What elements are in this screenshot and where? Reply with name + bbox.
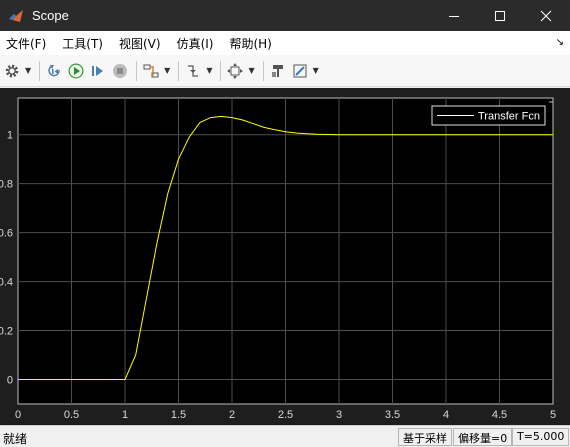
x-tick-label: 1 <box>122 409 128 421</box>
cursor-measure-button[interactable] <box>290 59 310 83</box>
x-tick-labels: 0 0.5 1 1.5 2 2.5 3 3.5 4 4.5 5 <box>15 409 556 421</box>
y-tick-label: 0.8 <box>0 179 13 191</box>
highlight-dropdown-icon[interactable]: ▼ <box>164 66 170 75</box>
stop-button[interactable] <box>110 59 130 83</box>
offset-value: 偏移量=0 <box>453 428 513 446</box>
zoom-fit-icon <box>227 62 244 79</box>
minimize-icon <box>449 15 459 17</box>
run-icon <box>68 63 84 78</box>
toolbar-separator <box>178 60 180 81</box>
time-value: T=5.000 <box>512 428 570 446</box>
cursor-measure-icon <box>293 64 307 77</box>
x-tick-label: 1.5 <box>171 409 186 421</box>
window-title: Scope <box>32 8 69 23</box>
menu-tools[interactable]: 工具(T) <box>62 35 103 52</box>
menu-help[interactable]: 帮助(H) <box>229 35 271 52</box>
triggers-button[interactable] <box>183 59 203 83</box>
maximize-button[interactable] <box>477 0 523 31</box>
title-bar: Scope <box>0 0 570 31</box>
sample-mode: 基于采样 <box>398 428 452 446</box>
triggers-icon <box>188 64 199 77</box>
style-icon <box>271 64 283 77</box>
scope-display[interactable]: 0 0.2 0.4 0.6 0.8 1 0 0.5 1 1.5 2 2.5 3 3.5 4 4.5 5 Tra… <box>0 88 570 425</box>
close-icon <box>540 10 552 21</box>
x-tick-label: 0.5 <box>64 409 79 421</box>
settings-dropdown-icon[interactable]: ▼ <box>25 66 31 75</box>
x-tick-label: 5 <box>550 409 556 421</box>
status-text: 就绪 <box>3 432 28 446</box>
step-forward-button[interactable] <box>88 59 108 83</box>
minimize-button[interactable] <box>431 0 477 31</box>
status-bar: 就绪 基于采样 偏移量=0 T=5.000 <box>0 425 570 447</box>
toolbar-separator <box>220 60 222 81</box>
run-button[interactable] <box>66 59 86 83</box>
zoom-fit-button[interactable] <box>225 59 245 83</box>
x-tick-label: 3 <box>336 409 342 421</box>
toolbar-separator <box>262 60 264 81</box>
scope-chart[interactable]: 0 0.2 0.4 0.6 0.8 1 0 0.5 1 1.5 2 2.5 3 3.5 4 4.5 5 Tra… <box>0 88 570 425</box>
x-tick-label: 4 <box>443 409 449 421</box>
stop-icon <box>113 63 128 78</box>
menu-bar: 文件(F) 工具(T) 视图(V) 仿真(I) 帮助(H) ↘ <box>0 31 570 55</box>
x-tick-label: 2 <box>229 409 235 421</box>
measure-dropdown-icon[interactable]: ▼ <box>313 66 319 75</box>
close-button[interactable] <box>523 0 569 31</box>
y-tick-label: 0.6 <box>0 228 13 240</box>
toolbar: ▼ ▼ ▼ ▼ ▼ <box>0 55 570 87</box>
y-tick-label: 1 <box>7 130 13 142</box>
y-tick-label: 0 <box>7 375 13 387</box>
triggers-dropdown-icon[interactable]: ▼ <box>206 66 212 75</box>
y-tick-label: 0.4 <box>0 277 13 289</box>
maximize-icon <box>495 10 505 21</box>
x-tick-label: 2.5 <box>278 409 293 421</box>
dock-arrow-icon[interactable]: ↘ <box>556 37 564 48</box>
gear-icon <box>5 64 19 77</box>
y-tick-label: 0.2 <box>0 326 13 338</box>
step-back-icon <box>48 64 60 76</box>
zoom-dropdown-icon[interactable]: ▼ <box>248 66 254 75</box>
menu-file[interactable]: 文件(F) <box>6 35 46 52</box>
legend[interactable]: Transfer Fcn <box>431 105 546 126</box>
step-back-button[interactable] <box>44 59 64 83</box>
matlab-icon <box>9 9 23 22</box>
y-tick-labels: 0 0.2 0.4 0.6 0.8 1 <box>0 130 13 387</box>
settings-button[interactable] <box>2 59 22 83</box>
menu-view[interactable]: 视图(V) <box>119 35 161 52</box>
step-forward-icon <box>92 65 104 76</box>
toolbar-separator <box>39 60 41 81</box>
toolbar-separator <box>136 60 138 81</box>
menu-simulation[interactable]: 仿真(I) <box>177 35 214 52</box>
x-tick-label: 4.5 <box>492 409 507 421</box>
x-tick-label: 0 <box>15 409 21 421</box>
legend-label: Transfer Fcn <box>478 111 540 123</box>
highlight-icon <box>143 64 159 77</box>
highlight-button[interactable] <box>141 59 161 83</box>
style-button[interactable] <box>268 59 288 83</box>
x-tick-label: 3.5 <box>385 409 400 421</box>
